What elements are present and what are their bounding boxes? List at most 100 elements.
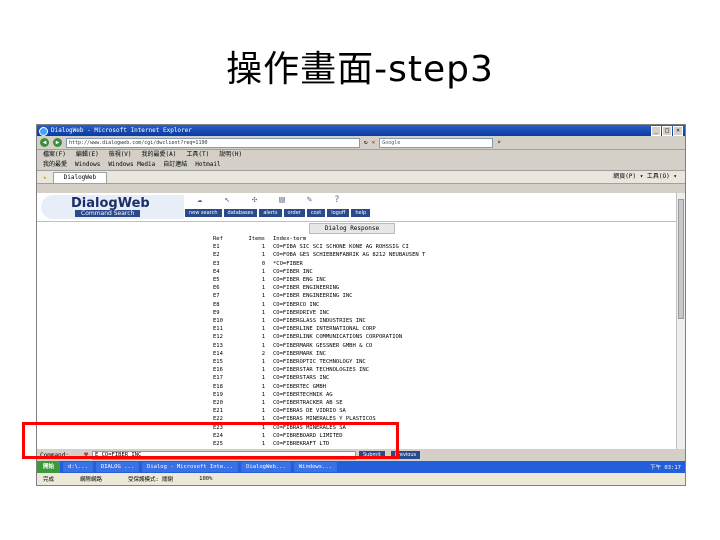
table-row[interactable]: E6 1 CO=FIBER ENGINEERING xyxy=(213,284,425,292)
items-cell: 1 xyxy=(261,309,265,316)
status-zoom[interactable]: 100% xyxy=(199,476,212,482)
nav-logoff[interactable]: logoff xyxy=(327,209,350,217)
index-term-cell: CO=FIBER ENGINEERING xyxy=(273,285,340,292)
ref-cell: E20 xyxy=(213,400,223,407)
table-row[interactable]: E17 1 CO=FIBERSTARS INC xyxy=(213,374,425,382)
favorites-item[interactable]: Windows xyxy=(75,160,100,170)
address-bar[interactable]: http://www.dialogweb.com/cgi/dwclient?re… xyxy=(66,137,360,148)
back-arrow-icon[interactable]: ◀ xyxy=(40,138,49,147)
pin-icon[interactable]: ✣ xyxy=(252,195,257,205)
favorites-item[interactable]: Hotmail xyxy=(195,160,220,170)
ref-cell: E15 xyxy=(213,359,223,366)
table-row[interactable]: E19 1 CO=FIBERTECHNIK AG xyxy=(213,391,425,399)
menu-tools[interactable]: 工具(T) xyxy=(186,150,209,160)
table-row[interactable]: E7 1 CO=FIBER ENGINEERING INC xyxy=(213,292,425,300)
table-row[interactable]: E12 1 CO=FIBERLINK COMMUNICATIONS CORPORAT… xyxy=(213,333,425,341)
favorites-bar: 我的最愛 Windows Windows Media 自訂連結 Hotmail xyxy=(37,160,685,171)
table-row[interactable]: E18 1 CO=FIBERTEC GMBH xyxy=(213,383,425,391)
document-icon[interactable]: ▤ xyxy=(279,195,284,205)
ref-cell: E4 xyxy=(213,268,220,275)
ref-cell: E8 xyxy=(213,301,220,308)
nav-databases[interactable]: databases xyxy=(223,209,258,217)
menu-edit[interactable]: 編輯(E) xyxy=(76,150,99,160)
start-button[interactable]: 開始 xyxy=(37,461,61,473)
minimize-button[interactable]: _ xyxy=(651,126,661,136)
table-row[interactable]: E20 1 CO=FIBERTRACKER AB SE xyxy=(213,399,425,407)
table-row[interactable]: E5 1 CO=FIBER ENG INC xyxy=(213,276,425,284)
tab-bar: ★ DialogWeb 網頁(P) ▾ 工具(O) ▾ xyxy=(37,171,685,184)
logo-subtitle: Command Search xyxy=(75,210,141,217)
vertical-scrollbar[interactable] xyxy=(676,193,685,449)
cloud-icon[interactable]: ☁ xyxy=(197,195,202,205)
table-row[interactable]: E11 1 CO=FIBERLINE INTERNATIONAL CORP xyxy=(213,325,425,333)
items-cell: 1 xyxy=(261,383,265,390)
ref-cell: E16 xyxy=(213,367,223,374)
close-button[interactable]: × xyxy=(673,126,683,136)
taskbar-item[interactable]: d:\... xyxy=(63,462,93,472)
tool-icon[interactable]: ✎ xyxy=(307,195,312,205)
search-input[interactable]: Google xyxy=(379,137,494,148)
nav-alerts[interactable]: alerts xyxy=(259,209,282,217)
refresh-icon[interactable]: ↻ xyxy=(364,139,368,146)
items-cell: 1 xyxy=(261,293,265,300)
table-row[interactable]: E15 1 CO=FIBEROPTIC TECHNOLOGY INC xyxy=(213,358,425,366)
menu-file[interactable]: 檔案(F) xyxy=(43,150,66,160)
table-row[interactable]: E16 1 CO=FIBERSTAR TECHNOLOGIES INC xyxy=(213,366,425,374)
taskbar-item[interactable]: Dialog - Microsoft Inte... xyxy=(142,462,239,472)
nav-order[interactable]: order xyxy=(283,209,305,217)
table-row[interactable]: E4 1 CO=FIBER INC xyxy=(213,268,425,276)
window-titlebar: DialogWeb - Microsoft Internet Explorer … xyxy=(37,125,685,136)
items-cell: 1 xyxy=(261,252,265,259)
nav-cost[interactable]: cost xyxy=(306,209,326,217)
ref-cell: E19 xyxy=(213,391,223,398)
favorites-item[interactable]: 自訂連結 xyxy=(163,160,187,170)
items-cell: 1 xyxy=(261,342,265,349)
table-row[interactable]: E9 1 CO=FIBERDRIVE INC xyxy=(213,309,425,317)
items-cell: 1 xyxy=(261,375,265,382)
index-term-cell: *CO=FIBER xyxy=(273,260,303,267)
forward-arrow-icon[interactable]: ▶ xyxy=(53,138,62,147)
table-row[interactable]: E13 1 CO=FIBERMARK GESSNER GMBH & CO xyxy=(213,342,425,350)
menu-favorites[interactable]: 我的最愛(A) xyxy=(142,150,177,160)
items-cell: 1 xyxy=(261,400,265,407)
taskbar-item[interactable]: DIALOG ... xyxy=(95,462,140,472)
table-row[interactable]: E3 0 *CO=FIBER xyxy=(213,260,425,268)
cursor-icon[interactable]: ↖ xyxy=(224,195,229,205)
table-row[interactable]: E10 1 CO=FIBERGLASS INDUSTRIES INC xyxy=(213,317,425,325)
taskbar-item[interactable]: DialogWeb... xyxy=(241,462,291,472)
items-cell: 1 xyxy=(261,334,265,341)
table-row[interactable]: E8 1 CO=FIBERCO INC xyxy=(213,301,425,309)
tab-tools[interactable]: 網頁(P) ▾ 工具(O) ▾ xyxy=(613,172,677,182)
scrollbar-thumb[interactable] xyxy=(678,199,684,319)
ref-cell: E21 xyxy=(213,408,223,415)
nav-new-search[interactable]: new search xyxy=(185,209,222,217)
table-row[interactable]: E21 1 CO=FIBRAS DE VIDRIO SA xyxy=(213,407,425,415)
index-term-cell: CO=FIBA SIC SCI SCHONE KONE AG ROHSSIG C… xyxy=(273,244,409,251)
star-icon[interactable]: ★ xyxy=(43,174,47,181)
stop-icon[interactable]: ✕ xyxy=(372,139,376,146)
index-term-cell: CO=FOBA GES SCHIEBENFABRIK AG 8212 NEUBA… xyxy=(273,252,426,259)
index-term-cell: CO=FIBER INC xyxy=(273,268,313,275)
nav-help[interactable]: help xyxy=(351,209,371,217)
items-cell: 0 xyxy=(261,260,265,267)
tab-dialogweb[interactable]: DialogWeb xyxy=(52,171,108,183)
index-term-cell: CO=FIBERLINE INTERNATIONAL CORP xyxy=(273,326,376,333)
favorites-item[interactable]: 我的最愛 xyxy=(43,160,67,170)
taskbar-item[interactable]: Windows... xyxy=(293,462,337,472)
table-row[interactable]: E2 1 CO=FOBA GES SCHIEBENFABRIK AG 8212 NE… xyxy=(213,251,425,259)
index-term-cell: CO=FIBER ENGINEERING INC xyxy=(273,293,353,300)
table-header-row: Ref Items Index-term xyxy=(213,235,425,243)
maximize-button[interactable]: □ xyxy=(662,126,672,136)
command-highlight-box xyxy=(22,422,399,459)
search-icon[interactable]: ⌕ xyxy=(497,139,501,146)
items-cell: 1 xyxy=(261,285,265,292)
navigation-toolbar: ◀ ▶ http://www.dialogweb.com/cgi/dwclien… xyxy=(37,136,685,150)
favorites-item[interactable]: Windows Media xyxy=(108,160,155,170)
column-header: Index-term xyxy=(273,236,307,242)
items-cell: 2 xyxy=(261,350,265,357)
table-row[interactable]: E1 1 CO=FIBA SIC SCI SCHONE KONE AG ROHSSI… xyxy=(213,243,425,251)
table-row[interactable]: E14 2 CO=FIBERMARK INC xyxy=(213,350,425,358)
menu-help[interactable]: 說明(H) xyxy=(219,150,242,160)
menu-view[interactable]: 檢視(V) xyxy=(109,150,132,160)
help-icon[interactable]: ? xyxy=(334,195,339,205)
